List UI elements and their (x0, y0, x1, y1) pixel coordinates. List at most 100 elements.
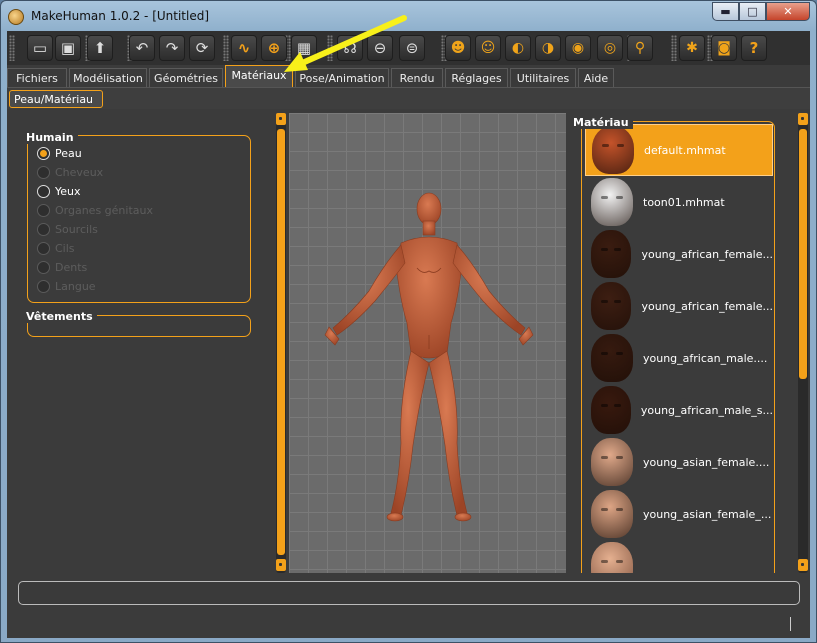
radio-button (37, 165, 50, 179)
tab-6[interactable]: Rendu (391, 68, 443, 87)
material-label: young_african_male_s... (640, 403, 773, 417)
face-thumbnail-icon (591, 230, 632, 278)
human-option-row: Dents (37, 258, 87, 276)
scroll-handle-bottom[interactable] (276, 559, 286, 571)
material-item-partial[interactable] (585, 540, 773, 573)
left-panel: Humain Vêtements Peau Cheveux Yeux Organes … (7, 111, 272, 573)
face-thumbnail-icon (591, 334, 633, 382)
tab-3[interactable]: Géométries (149, 68, 223, 87)
radio-label: Peau (55, 146, 82, 160)
toolbar-grip[interactable] (9, 35, 15, 61)
window-title: MakeHuman 1.0.2 - [Untitled] (31, 9, 210, 23)
face-thumbnail-icon (591, 438, 633, 486)
left-panel-scrollbar[interactable] (276, 113, 286, 573)
material-item[interactable]: default.mhmat (585, 124, 773, 176)
toolbar-grip[interactable] (671, 35, 677, 61)
tab-2[interactable]: Modélisation (69, 68, 147, 87)
new-icon[interactable]: ▭ (27, 35, 53, 61)
app-window: MakeHuman 1.0.2 - [Untitled] ▬ □ ✕ ▭ ▣ ⬆ ↶ ↷… (0, 0, 817, 643)
front-view-icon[interactable]: ☻ (445, 35, 471, 61)
tab-9[interactable]: Aide (578, 68, 614, 87)
human-option-row: Organes génitaux (37, 201, 153, 219)
left-view-icon[interactable]: ◐ (505, 35, 531, 61)
material-item[interactable]: young_african_male.... (585, 332, 773, 384)
toolbar-grip[interactable] (223, 35, 229, 61)
smooth-icon[interactable]: ∿ (231, 35, 257, 61)
tab-peau-materiau[interactable]: Peau/Matériau (9, 90, 103, 108)
human-group-title: Humain (26, 131, 78, 144)
scroll-handle-bottom[interactable] (798, 559, 808, 571)
human-option-row[interactable]: Peau (37, 144, 82, 162)
scroll-handle-top[interactable] (276, 113, 286, 125)
top-view-icon[interactable]: ◉ (565, 35, 591, 61)
camera-icon[interactable]: ◙ (711, 35, 737, 61)
human-model (324, 192, 534, 522)
bottom-view-icon[interactable]: ◎ (597, 35, 623, 61)
reset-icon[interactable]: ⟳ (189, 35, 215, 61)
tab-4[interactable]: Matériaux (225, 65, 293, 87)
pose-icon[interactable]: ☊ (337, 35, 363, 61)
main-toolbar: ▭ ▣ ⬆ ↶ ↷ ⟳ ∿ ⊕ ▦ ☊ ⊖ ⊜ ☻ ☺ ◐ ◑ ◉ ◎ ⚲ ✱ ◙? (7, 31, 810, 65)
material-list-scrollbar[interactable] (798, 113, 808, 573)
main-client-area: ▭ ▣ ⬆ ↶ ↷ ⟳ ∿ ⊕ ▦ ☊ ⊖ ⊜ ☻ ☺ ◐ ◑ ◉ ◎ ⚲ ✱ ◙? Fichiers Modélisat… (7, 31, 810, 638)
material-item[interactable]: toon01.mhmat (585, 176, 773, 228)
human-option-row: Sourcils (37, 220, 98, 238)
toolbar-grip[interactable] (327, 35, 333, 61)
view-right-icon[interactable]: ⊜ (399, 35, 425, 61)
face-thumbnail-icon (592, 126, 634, 174)
material-label: default.mhmat (644, 143, 726, 157)
face-thumbnail-icon (591, 542, 633, 573)
subtab-bar: Peau/Matériau (7, 87, 810, 109)
minimize-button[interactable]: ▬ (712, 2, 739, 21)
material-item[interactable]: young_african_male_s... (585, 384, 773, 436)
material-label: young_african_female... (641, 299, 773, 313)
scroll-thumb[interactable] (277, 129, 285, 555)
back-view-icon[interactable]: ☺ (475, 35, 501, 61)
human-option-row: Cheveux (37, 163, 103, 181)
material-item[interactable]: young_african_female... (585, 228, 773, 280)
scroll-handle-top[interactable] (798, 113, 808, 125)
close-button[interactable]: ✕ (766, 2, 810, 21)
radio-label: Dents (55, 260, 88, 274)
radio-button[interactable] (37, 184, 50, 198)
radio-label: Langue (55, 279, 96, 293)
material-item[interactable]: young_african_female... (585, 280, 773, 332)
radio-button[interactable] (37, 146, 50, 160)
status-field[interactable] (18, 581, 800, 605)
human-option-row[interactable]: Yeux (37, 182, 81, 200)
tab-5[interactable]: Pose/Animation (295, 68, 389, 87)
face-thumbnail-icon (591, 490, 633, 538)
material-item[interactable]: young_asian_female_... (585, 488, 773, 540)
face-thumbnail-icon (591, 178, 633, 226)
save-icon[interactable]: ▣ (55, 35, 81, 61)
material-item[interactable]: young_asian_female.... (585, 436, 773, 488)
undo-icon[interactable]: ↶ (129, 35, 155, 61)
material-list: default.mhmat toon01.mhmat young_african_f… (581, 121, 775, 573)
right-view-icon[interactable]: ◑ (535, 35, 561, 61)
maximize-button[interactable]: □ (739, 2, 766, 21)
view-left-icon[interactable]: ⊖ (367, 35, 393, 61)
right-panel: Matériau default.mhmat toon01.mhmat young_… (569, 111, 810, 573)
redo-icon[interactable]: ↷ (159, 35, 185, 61)
wireframe-icon[interactable]: ⊕ (261, 35, 287, 61)
scroll-thumb[interactable] (799, 129, 807, 379)
symmetry-icon[interactable]: ⚲ (627, 35, 653, 61)
tab-8[interactable]: Utilitaires (510, 68, 576, 87)
radio-label: Organes génitaux (55, 203, 153, 217)
tab-1[interactable]: Fichiers (7, 68, 67, 87)
material-label: young_african_female... (641, 247, 773, 261)
skeleton-icon[interactable]: ✱ (679, 35, 705, 61)
radio-label: Yeux (55, 184, 81, 198)
help-icon[interactable]: ? (741, 35, 767, 61)
radio-button (37, 241, 50, 255)
3d-viewport[interactable] (289, 113, 566, 573)
face-thumbnail-icon (591, 282, 632, 330)
title-bar[interactable]: MakeHuman 1.0.2 - [Untitled] ▬ □ ✕ (1, 1, 816, 31)
export-icon[interactable]: ⬆ (87, 35, 113, 61)
material-label: toon01.mhmat (643, 195, 725, 209)
human-option-row: Cils (37, 239, 75, 257)
tab-7[interactable]: Réglages (445, 68, 508, 87)
background-icon[interactable]: ▦ (291, 35, 317, 61)
material-group-title: Matériau (573, 116, 633, 129)
radio-button (37, 222, 50, 236)
